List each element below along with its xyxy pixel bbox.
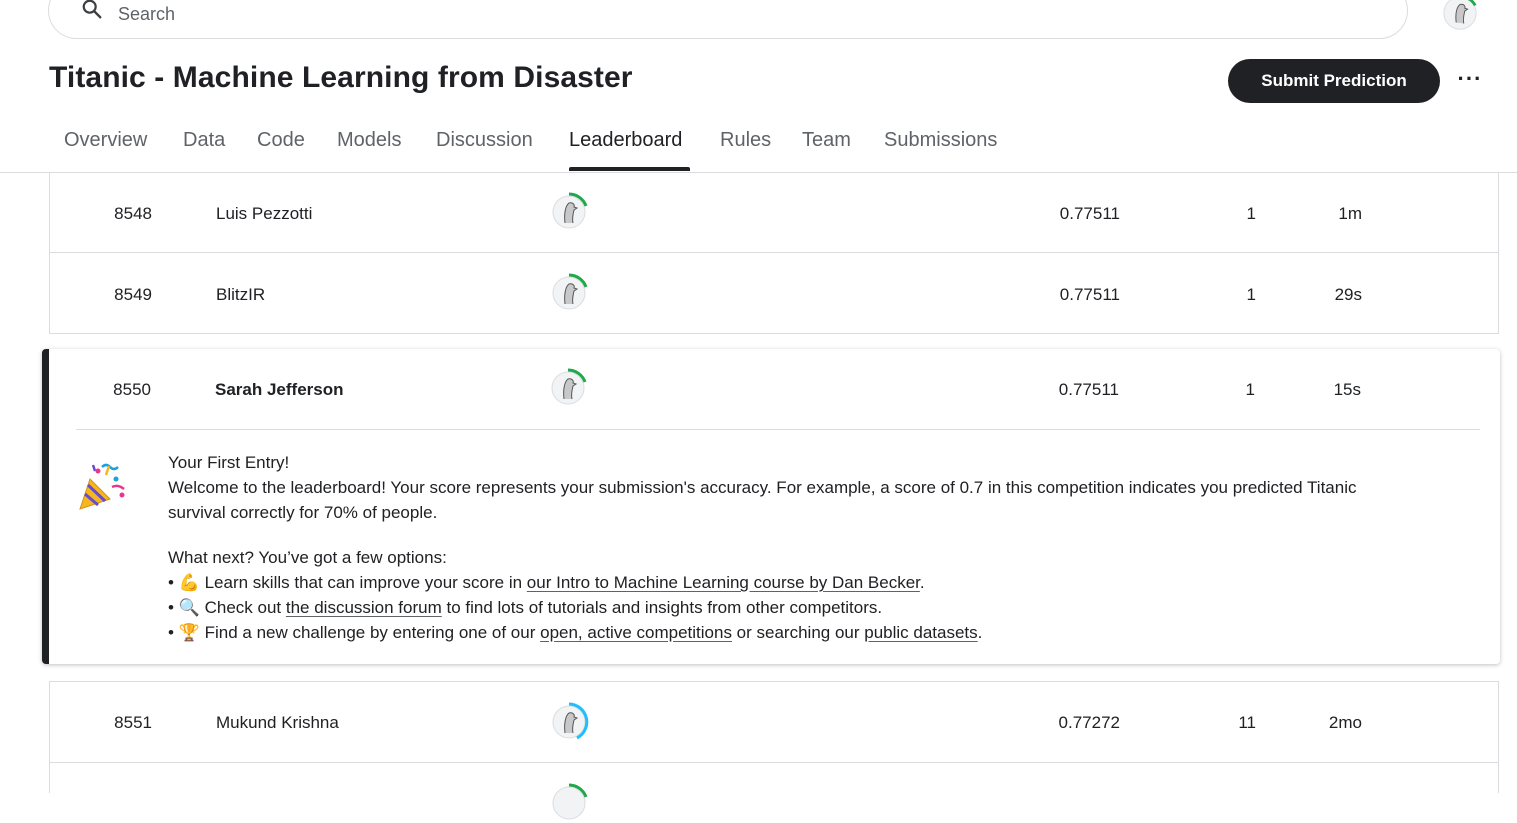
discussion-forum-link[interactable]: the discussion forum [286,598,442,617]
magnifying-glass-icon: 🔍 [178,598,200,617]
team-name[interactable]: Sarah Jefferson [215,380,344,400]
score: 0.77511 [1059,204,1120,223]
option-text: Find a new challenge by entering one of … [204,623,541,642]
rank: 8550 [113,380,151,399]
score: 0.77511 [1059,285,1120,304]
first-entry-description: Welcome to the leaderboard! Your score r… [168,478,1357,497]
active-tab-indicator [569,167,690,171]
entries: 1 [1245,380,1255,399]
table-row[interactable]: 8549 BlitzIR 0.77511 1 29s [49,253,1499,334]
entries: 1 [1246,204,1256,223]
tab-overview[interactable]: Overview [64,129,147,152]
tab-models[interactable]: Models [337,129,401,152]
what-next-text: What next? You’ve got a few options: [168,548,447,567]
option-text: Check out [204,598,286,617]
first-entry-description-cont: survival correctly for 70% of people. [168,503,438,522]
party-popper-icon [79,463,125,510]
entries: 11 [1238,713,1256,732]
user-avatar[interactable] [1441,0,1479,32]
tab-data[interactable]: Data [183,129,225,152]
team-name[interactable]: Mukund Krishna [216,713,339,733]
first-entry-heading: Your First Entry! [168,453,290,472]
option-item: • 🔍 Check out the discussion forum to fi… [168,598,883,617]
more-options-icon[interactable]: ··· [1452,66,1488,96]
last-submission: 29s [1334,285,1362,304]
table-row[interactable] [49,763,1499,820]
member-avatar[interactable] [548,368,588,408]
option-item: • 🏆 Find a new challenge by entering one… [168,623,983,642]
last-submission: 2mo [1328,713,1362,732]
score: 0.77272 [1058,713,1120,732]
intro-ml-course-link[interactable]: our Intro to Machine Learning course by … [527,573,920,592]
last-submission: 15s [1333,380,1361,399]
tab-team[interactable]: Team [802,129,851,152]
score: 0.77511 [1058,380,1119,399]
tab-code[interactable]: Code [257,129,305,152]
option-text: Learn skills that can improve your score… [204,573,527,592]
rank: 8551 [114,713,152,732]
search-input[interactable]: Search [118,4,175,25]
table-row[interactable]: 8548 Luis Pezzotti 0.77511 1 1m [49,172,1499,253]
member-avatar[interactable] [549,702,589,742]
rank: 8548 [114,204,152,223]
rank: 8549 [114,285,152,304]
table-row[interactable]: 8551 Mukund Krishna 0.77272 11 2mo [49,681,1499,763]
divider [76,429,1480,430]
entries: 1 [1246,285,1256,304]
public-datasets-link[interactable]: public datasets [864,623,977,642]
trophy-icon: 🏆 [178,623,200,642]
tab-bar: Overview Data Code Models Discussion Lea… [0,124,1517,173]
search-icon [82,0,102,19]
member-avatar[interactable] [549,192,589,232]
team-name[interactable]: BlitzIR [216,285,265,305]
tab-submissions[interactable]: Submissions [884,129,997,152]
last-submission: 1m [1338,204,1362,223]
tab-rules[interactable]: Rules [720,129,771,152]
search-bar[interactable]: Search [48,0,1408,39]
team-name[interactable]: Luis Pezzotti [216,204,312,224]
tab-discussion[interactable]: Discussion [436,129,533,152]
page-title: Titanic - Machine Learning from Disaster [49,61,633,94]
flexed-biceps-icon: 💪 [178,573,200,592]
member-avatar[interactable] [549,783,589,823]
option-item: • 💪 Learn skills that can improve your s… [168,573,925,592]
tab-leaderboard[interactable]: Leaderboard [569,129,682,152]
submit-prediction-button[interactable]: Submit Prediction [1228,59,1440,103]
member-avatar[interactable] [549,273,589,313]
active-competitions-link[interactable]: open, active competitions [540,623,732,642]
